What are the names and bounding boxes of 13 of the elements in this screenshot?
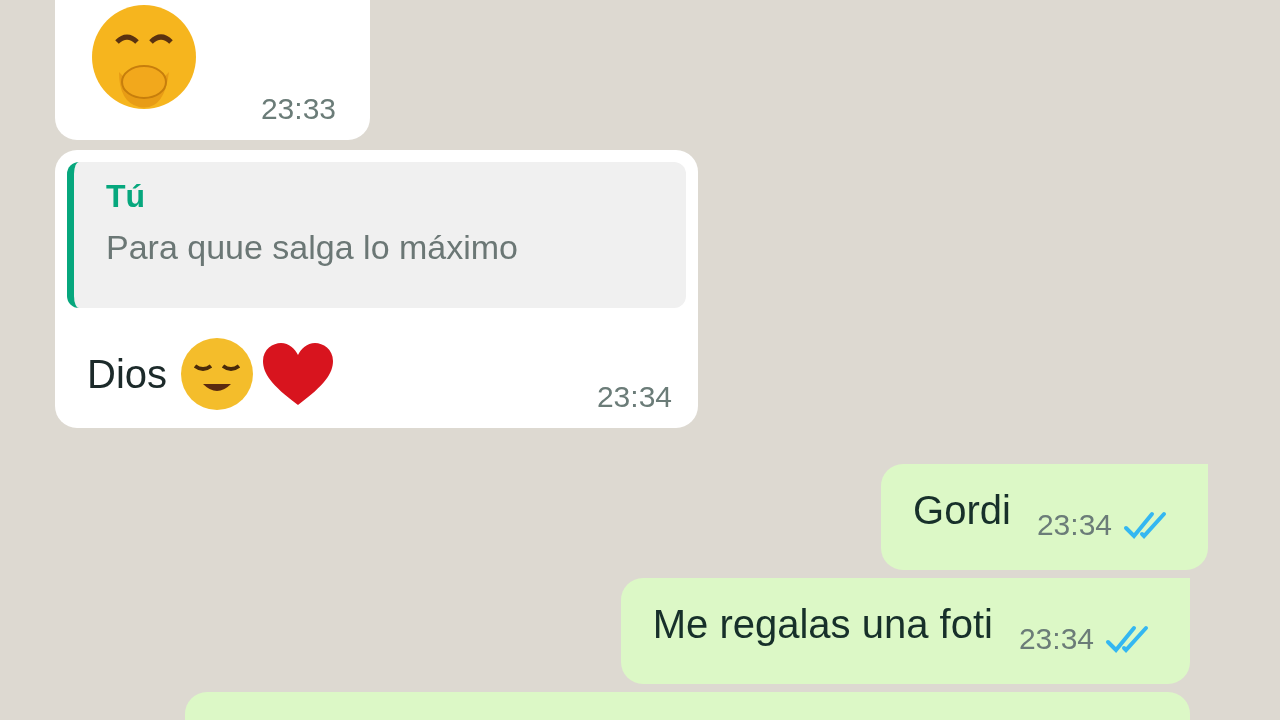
- message-text: Me regalas una foti: [652, 604, 993, 644]
- heart-icon: [261, 341, 336, 407]
- message-time: 23:34: [1018, 624, 1094, 654]
- quote-author: Tú: [106, 180, 147, 212]
- message-time: 23:33: [260, 94, 336, 124]
- message-time: 23:34: [596, 382, 672, 412]
- emoji-icon: [179, 336, 256, 412]
- message-time: 23:34: [1036, 510, 1112, 540]
- message-text: Dios: [87, 354, 168, 394]
- message-text: Gordi: [913, 490, 1011, 530]
- emoji-icon: [89, 2, 199, 112]
- quote-text: Para quue salga lo máximo: [106, 230, 519, 264]
- quoted-message[interactable]: Tú Para quue salga lo máximo: [67, 162, 686, 308]
